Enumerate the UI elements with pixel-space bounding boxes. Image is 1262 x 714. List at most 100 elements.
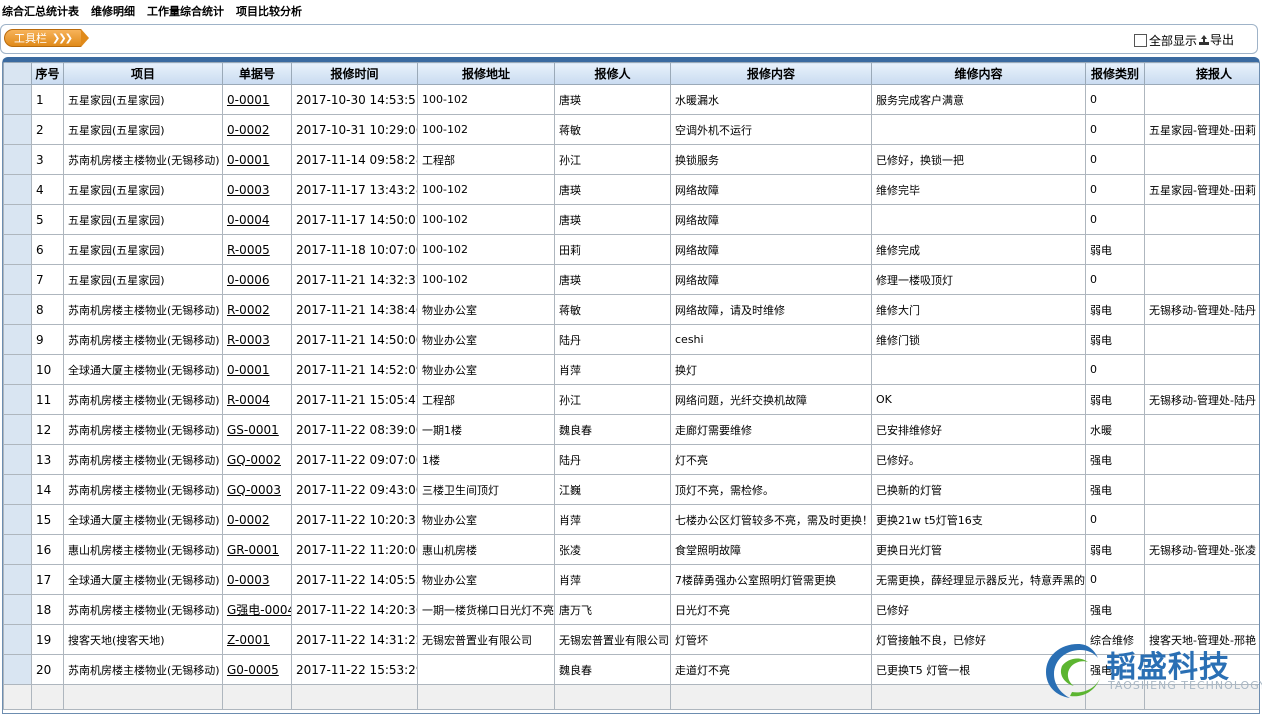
table-row[interactable]: 8 苏南机房楼主楼物业(无锡移动) R-0002 2017-11-21 14:38:4…	[3, 294, 1259, 325]
doc-no-link[interactable]: 0-0003	[227, 183, 270, 197]
table-row[interactable]: 12 苏南机房楼主楼物业(无锡移动) GS-0001 2017-11-22 08:39…	[3, 414, 1259, 445]
cell-category: 0	[1085, 504, 1145, 535]
doc-no-link[interactable]: GQ-0003	[227, 483, 281, 497]
row-selector[interactable]	[3, 444, 32, 475]
column-header[interactable]: 项目	[63, 62, 223, 85]
row-selector[interactable]	[3, 144, 32, 175]
doc-no-link[interactable]: G0-0005	[227, 663, 279, 677]
doc-no-link[interactable]: 0-0003	[227, 573, 270, 587]
cell-category: 强电	[1085, 594, 1145, 625]
cell-report-time: 2017-11-22 09:43:00	[291, 474, 418, 505]
export-label: 导出	[1210, 33, 1235, 47]
cell-seq: 7	[31, 264, 64, 295]
column-header[interactable]: 报修地址	[417, 62, 555, 85]
table-row[interactable]: 6 五星家园(五星家园) R-0005 2017-11-18 10:07:00 100-…	[3, 234, 1259, 265]
row-selector[interactable]	[3, 84, 32, 115]
doc-no-link[interactable]: R-0005	[227, 243, 270, 257]
column-header[interactable]: 接报人	[1144, 62, 1259, 85]
table-row[interactable]: 2 五星家园(五星家园) 0-0002 2017-10-31 10:29:06 100-…	[3, 114, 1259, 145]
show-all-checkbox[interactable]	[1134, 34, 1147, 47]
table-row[interactable]: 16 惠山机房楼主楼物业(无锡移动) GR-0001 2017-11-22 11:20…	[3, 534, 1259, 565]
row-selector[interactable]	[3, 174, 32, 205]
table-row[interactable]: 14 苏南机房楼主楼物业(无锡移动) GQ-0003 2017-11-22 09:43…	[3, 474, 1259, 505]
table-row[interactable]: 17 全球通大厦主楼物业(无锡移动) 0-0003 2017-11-22 14:05:…	[3, 564, 1259, 595]
table-row[interactable]: 11 苏南机房楼主楼物业(无锡移动) R-0004 2017-11-21 15:05:…	[3, 384, 1259, 415]
doc-no-link[interactable]: R-0004	[227, 393, 270, 407]
row-selector[interactable]	[3, 354, 32, 385]
cell-category: 0	[1085, 114, 1145, 145]
doc-no-link[interactable]: 0-0001	[227, 363, 270, 377]
doc-no-link[interactable]: R-0002	[227, 303, 270, 317]
show-all-label: 全部显示	[1149, 34, 1198, 48]
table-row[interactable]: 3 苏南机房楼主楼物业(无锡移动) 0-0001 2017-11-14 09:58:2…	[3, 144, 1259, 175]
doc-no-link[interactable]: 0-0004	[227, 213, 270, 227]
cell-category: 水暖	[1085, 414, 1145, 445]
doc-no-link[interactable]: 0-0001	[227, 93, 270, 107]
table-row[interactable]: 4 五星家园(五星家园) 0-0003 2017-11-17 13:43:28 100-…	[3, 174, 1259, 205]
tab-workload-stats[interactable]: 工作量综合统计	[147, 3, 224, 19]
doc-no-link[interactable]: GQ-0002	[227, 453, 281, 467]
doc-no-link[interactable]: R-0003	[227, 333, 270, 347]
doc-no-link[interactable]: G强电-0004	[227, 603, 291, 617]
empty-cell	[291, 684, 418, 710]
cell-report-time: 2017-11-17 13:43:28	[291, 174, 418, 205]
cell-report-time: 2017-11-22 14:31:22	[291, 624, 418, 655]
column-header[interactable]: 报修时间	[291, 62, 418, 85]
cell-project: 苏南机房楼主楼物业(无锡移动)	[63, 294, 223, 325]
row-selector[interactable]	[3, 474, 32, 505]
show-all-toggle[interactable]: 全部显示	[1134, 32, 1197, 49]
row-selector[interactable]	[3, 324, 32, 355]
row-selector[interactable]	[3, 594, 32, 625]
column-header[interactable]: 维修内容	[871, 62, 1086, 85]
cell-report-time: 2017-11-21 15:05:47	[291, 384, 418, 415]
row-selector[interactable]	[3, 624, 32, 655]
column-header[interactable]: 报修内容	[670, 62, 872, 85]
doc-no-link[interactable]: 0-0001	[227, 153, 270, 167]
table-row[interactable]: 9 苏南机房楼主楼物业(无锡移动) R-0003 2017-11-21 14:50:0…	[3, 324, 1259, 355]
row-selector[interactable]	[3, 564, 32, 595]
export-button[interactable]: 导出	[1198, 31, 1234, 48]
cell-report-time: 2017-11-21 14:32:37	[291, 264, 418, 295]
table-row[interactable]: 5 五星家园(五星家园) 0-0004 2017-11-17 14:50:07 100-…	[3, 204, 1259, 235]
row-selector[interactable]	[3, 414, 32, 445]
row-selector[interactable]	[3, 114, 32, 145]
cell-report-time: 2017-11-22 11:20:00	[291, 534, 418, 565]
table-row[interactable]: 7 五星家园(五星家园) 0-0006 2017-11-21 14:32:37 100-…	[3, 264, 1259, 295]
column-header[interactable]: 报修人	[554, 62, 671, 85]
doc-no-link[interactable]: GR-0001	[227, 543, 279, 557]
table-row[interactable]: 15 全球通大厦主楼物业(无锡移动) 0-0002 2017-11-22 10:20:…	[3, 504, 1259, 535]
cell-seq: 4	[31, 174, 64, 205]
cell-report-time: 2017-11-22 09:07:00	[291, 444, 418, 475]
row-selector[interactable]	[3, 264, 32, 295]
cell-repair-content: 更换21w t5灯管16支	[871, 504, 1086, 535]
cell-reporter: 江巍	[554, 474, 671, 505]
doc-no-link[interactable]: Z-0001	[227, 633, 270, 647]
cell-category: 弱电	[1085, 534, 1145, 565]
cell-project: 五星家园(五星家园)	[63, 84, 223, 115]
doc-no-link[interactable]: 0-0006	[227, 273, 270, 287]
cell-category: 强电	[1085, 444, 1145, 475]
cell-category: 弱电	[1085, 384, 1145, 415]
doc-no-link[interactable]: 0-0002	[227, 513, 270, 527]
table-row[interactable]: 1 五星家园(五星家园) 0-0001 2017-10-30 14:53:51 100-…	[3, 84, 1259, 115]
column-header[interactable]: 序号	[31, 62, 64, 85]
row-selector[interactable]	[3, 384, 32, 415]
cell-reporter: 田莉	[554, 234, 671, 265]
row-selector[interactable]	[3, 504, 32, 535]
cell-reporter: 陆丹	[554, 324, 671, 355]
doc-no-link[interactable]: 0-0002	[227, 123, 270, 137]
row-selector[interactable]	[3, 534, 32, 565]
tab-repair-details[interactable]: 维修明细	[91, 3, 135, 19]
row-selector[interactable]	[3, 294, 32, 325]
column-header[interactable]: 报修类别	[1085, 62, 1145, 85]
table-row[interactable]: 10 全球通大厦主楼物业(无锡移动) 0-0001 2017-11-21 14:52:…	[3, 354, 1259, 385]
doc-no-link[interactable]: GS-0001	[227, 423, 279, 437]
row-selector[interactable]	[3, 234, 32, 265]
table-row[interactable]: 13 苏南机房楼主楼物业(无锡移动) GQ-0002 2017-11-22 09:07…	[3, 444, 1259, 475]
tab-summary-stats[interactable]: 综合汇总统计表	[2, 3, 79, 19]
tab-project-comparison[interactable]: 项目比较分析	[236, 3, 302, 19]
row-selector[interactable]	[3, 204, 32, 235]
table-row[interactable]: 18 苏南机房楼主楼物业(无锡移动) G强电-0004 2017-11-22 14:2…	[3, 594, 1259, 625]
row-selector[interactable]	[3, 654, 32, 685]
column-header[interactable]: 单据号	[222, 62, 292, 85]
